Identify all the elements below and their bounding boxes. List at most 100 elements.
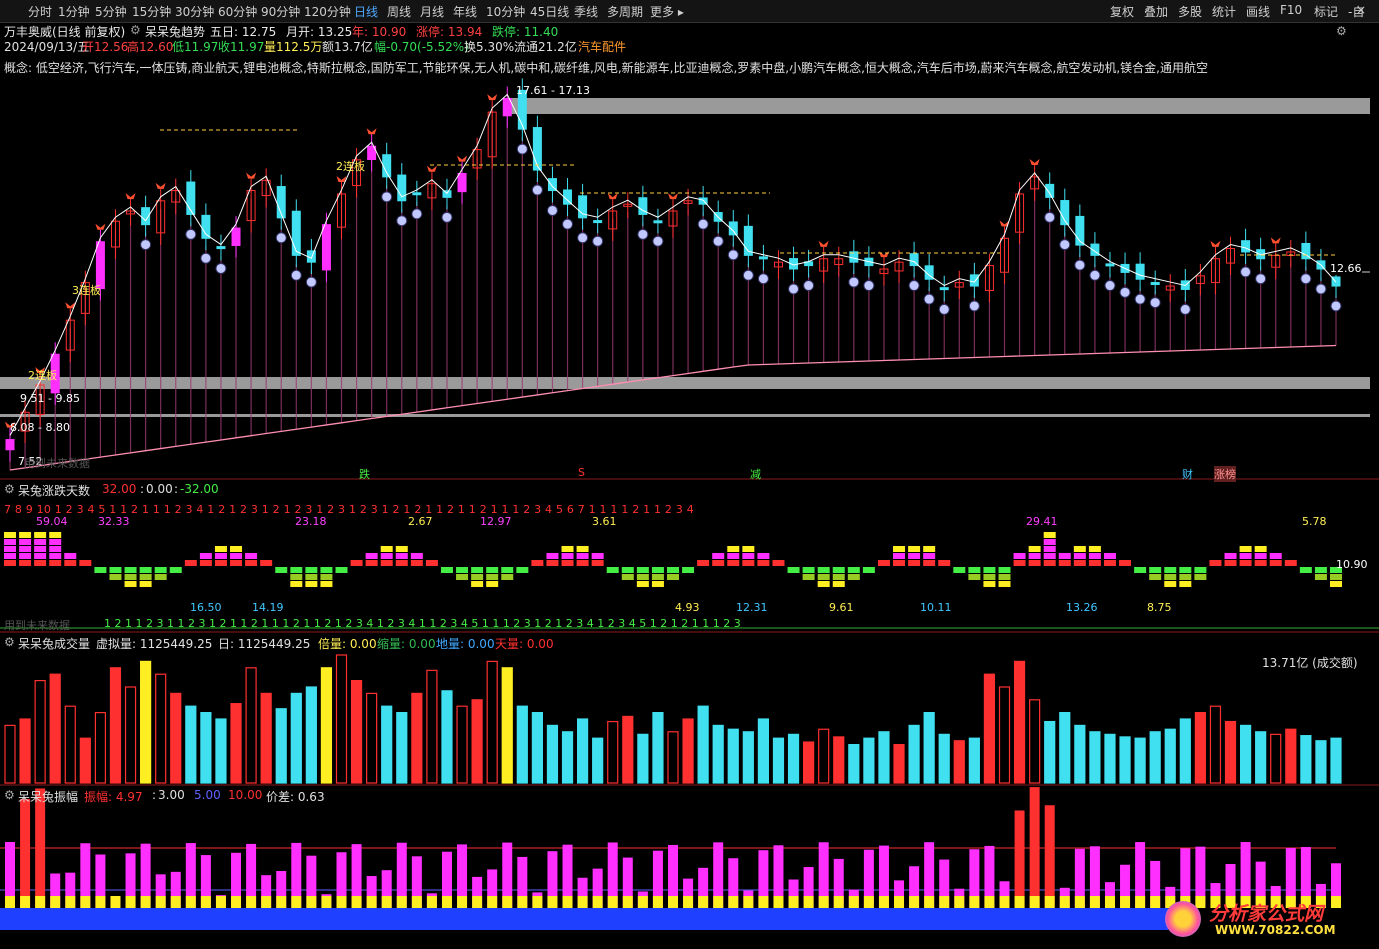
volume-bar	[712, 724, 724, 784]
amplitude-base	[939, 896, 950, 908]
trend-day-block	[34, 560, 47, 566]
butterfly-icon	[1029, 158, 1040, 165]
trend-day-block	[1164, 567, 1177, 573]
trend-day-block	[832, 567, 845, 573]
trend-day-block	[214, 560, 227, 566]
settings-icon-p3[interactable]: ⚙	[4, 635, 15, 649]
trend-day-block	[305, 567, 318, 573]
trend-day-block	[893, 560, 906, 566]
volume-bar	[592, 737, 604, 784]
volume-bar	[320, 667, 333, 784]
panel3-sky: 天量: 0.00	[495, 637, 554, 651]
kline-chart[interactable]	[0, 0, 1379, 949]
settings-icon-p2[interactable]: ⚙	[4, 482, 15, 496]
tool-button[interactable]: 画线	[1246, 3, 1270, 20]
amplitude-base	[50, 896, 61, 908]
trend-day-block	[305, 581, 318, 587]
amplitude-base	[5, 896, 15, 908]
amplitude-base	[261, 896, 272, 908]
volume-bar	[1255, 731, 1267, 784]
panel4-colon: :	[152, 788, 157, 802]
amplitude-base	[547, 896, 558, 908]
sad-face-icon	[562, 218, 574, 230]
trend-day-block	[817, 574, 830, 580]
settings-icon-p4[interactable]: ⚙	[4, 788, 15, 802]
trend-day-block	[802, 567, 815, 573]
trend-day-block	[4, 532, 16, 538]
panel2-bottom-value: 12.31	[736, 601, 768, 614]
candle-body	[321, 224, 331, 271]
trend-day-block	[847, 567, 860, 573]
tool-button[interactable]: 叠加	[1144, 3, 1168, 20]
volume-bar	[335, 654, 348, 784]
tool-button[interactable]: F10	[1280, 3, 1302, 17]
trend-day-block	[230, 560, 243, 566]
amplitude-base	[155, 896, 166, 908]
trend-day-block	[621, 567, 634, 573]
tool-button[interactable]: 统计	[1212, 3, 1236, 20]
amplitude-base	[1120, 896, 1131, 908]
butterfly-icon	[95, 223, 106, 230]
trend-day-block	[395, 546, 408, 552]
candle-body	[939, 287, 949, 291]
trend-day-block	[425, 560, 438, 566]
butterfly-icon	[668, 193, 678, 200]
trend-day-block	[923, 560, 936, 566]
trend-day-block	[667, 567, 679, 573]
trend-day-block	[1179, 581, 1192, 587]
amplitude-base	[698, 896, 709, 908]
amplitude-base	[20, 896, 31, 908]
trend-day-block	[847, 574, 860, 580]
trend-day-block	[727, 546, 740, 552]
volume-bar	[441, 690, 453, 784]
candle-body	[532, 127, 542, 171]
volume-bar	[938, 733, 950, 784]
amplitude-base	[1029, 896, 1040, 908]
sad-face-icon	[290, 269, 302, 281]
sad-face-icon	[1255, 273, 1267, 285]
volume-bar	[1074, 724, 1086, 784]
volume-bar	[426, 669, 438, 784]
amplitude-base	[607, 896, 618, 908]
volume-bar	[803, 741, 815, 784]
trend-day-block	[893, 553, 906, 559]
trend-day-block	[712, 560, 725, 566]
trend-day-block	[606, 567, 619, 573]
range-label-mid: 9.51 - 9.85	[20, 392, 80, 405]
signal-reduce: 减	[750, 468, 761, 481]
volume-bar	[848, 743, 860, 784]
tool-button[interactable]: 标记	[1314, 3, 1338, 20]
trend-day-block	[576, 546, 589, 552]
trend-day-block	[817, 581, 830, 587]
trend-day-block	[1043, 546, 1056, 552]
volume-bar	[185, 705, 197, 784]
amplitude-base	[878, 896, 889, 908]
tool-button[interactable]: 多股	[1178, 3, 1202, 20]
board-label-2a: 2连板	[336, 160, 365, 173]
tool-button[interactable]: 复权	[1110, 3, 1134, 20]
tool-button[interactable]: -自	[1348, 3, 1364, 20]
volume-bar	[366, 692, 378, 784]
butterfly-icon	[155, 182, 166, 189]
trend-day-block	[1028, 560, 1041, 566]
candle-body	[1241, 240, 1251, 253]
amplitude-base	[1104, 896, 1115, 908]
trend-day-block	[139, 581, 152, 587]
volume-bar	[878, 731, 890, 784]
panel2-bottom-value: 16.50	[190, 601, 222, 614]
trend-day-block	[1254, 560, 1267, 566]
trend-day-block	[64, 560, 77, 566]
amplitude-base	[954, 896, 965, 908]
sad-face-icon	[185, 228, 197, 240]
volume-bar	[1164, 728, 1176, 784]
trend-day-block	[199, 560, 212, 566]
candle-body	[758, 256, 768, 260]
sad-face-icon	[441, 211, 453, 223]
amplitude-base	[1059, 896, 1070, 908]
trend-day-block	[923, 553, 936, 559]
candle-body	[231, 227, 241, 246]
trend-day-block	[1284, 560, 1297, 566]
trend-day-block	[1224, 553, 1237, 559]
trend-day-block	[109, 567, 122, 573]
trend-day-block	[697, 560, 710, 566]
